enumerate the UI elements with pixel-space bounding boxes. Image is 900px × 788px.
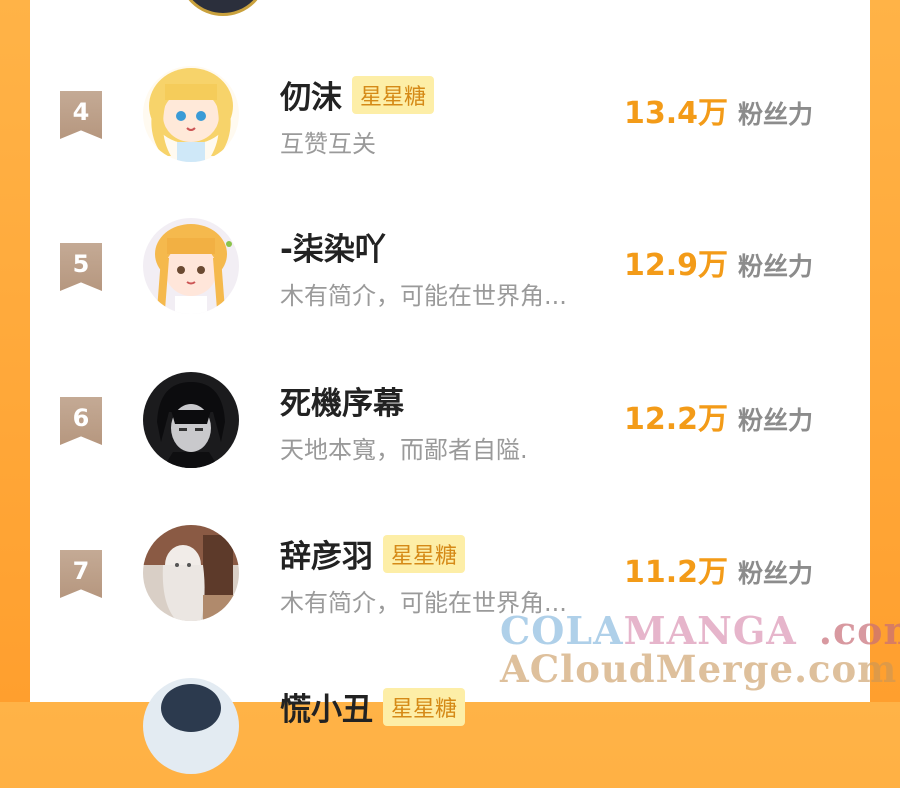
user-name[interactable]: 仞沫 bbox=[280, 72, 342, 117]
fans-power: 12.2万 粉丝力 bbox=[624, 394, 813, 438]
fans-power: 12.9万 粉丝力 bbox=[624, 240, 813, 284]
avatar-rank-3[interactable] bbox=[178, 0, 268, 16]
rank-badge: 7 bbox=[60, 550, 102, 598]
ranking-row[interactable]: 4 仞沫 星星糖 互赞互关 13.4万 粉丝力 bbox=[30, 66, 870, 176]
avatar[interactable] bbox=[143, 678, 239, 774]
user-name[interactable]: -柒染吖 bbox=[280, 224, 386, 269]
user-name[interactable]: 死機序幕 bbox=[280, 378, 404, 423]
fans-unit-label: 粉丝力 bbox=[738, 252, 814, 281]
badge-tag: 星星糖 bbox=[383, 687, 466, 726]
ranking-row[interactable]: 慌小丑 星星糖 bbox=[30, 678, 870, 788]
fans-unit-label: 粉丝力 bbox=[738, 100, 814, 129]
ranking-row[interactable]: 5 -柒染吖 木有简介，可能在世界角... 12.9万 粉丝力 bbox=[30, 218, 870, 328]
user-bio: 互赞互关 bbox=[280, 130, 376, 158]
rank-badge: 4 bbox=[60, 91, 102, 139]
badge-tag: 星星糖 bbox=[383, 534, 466, 573]
badge-tag: 星星糖 bbox=[352, 75, 435, 114]
ranking-list: 4 仞沫 星星糖 互赞互关 13.4万 粉丝力 5 -柒染吖 木有简介，可能在世… bbox=[30, 0, 870, 774]
fans-unit-label: 粉丝力 bbox=[738, 406, 814, 435]
user-name[interactable]: 辞彦羽 bbox=[280, 531, 373, 576]
user-name[interactable]: 慌小丑 bbox=[280, 684, 373, 729]
fans-unit-label: 粉丝力 bbox=[738, 559, 814, 588]
ranking-row[interactable]: 6 死機序幕 天地本寬，而鄙者自隘. 12.2万 粉丝力 bbox=[30, 372, 870, 482]
avatar[interactable] bbox=[143, 66, 239, 162]
fans-value: 11.2万 bbox=[624, 555, 729, 590]
fans-power: 11.2万 粉丝力 bbox=[624, 547, 813, 591]
fans-power: 13.4万 粉丝力 bbox=[624, 88, 813, 132]
rank-badge: 6 bbox=[60, 397, 102, 445]
fans-value: 13.4万 bbox=[624, 96, 729, 131]
rank-badge: 5 bbox=[60, 243, 102, 291]
fans-value: 12.9万 bbox=[624, 248, 729, 283]
site-watermark: COLAMANGA.com ACloudMerge.com bbox=[500, 608, 900, 691]
avatar[interactable] bbox=[143, 372, 239, 468]
watermark-acloudmerge: ACloudMerge.com bbox=[500, 647, 898, 691]
avatar[interactable] bbox=[143, 525, 239, 621]
user-bio: 天地本寬，而鄙者自隘. bbox=[280, 436, 528, 464]
fans-value: 12.2万 bbox=[624, 402, 729, 437]
avatar[interactable] bbox=[143, 218, 239, 314]
user-bio: 木有简介，可能在世界角... bbox=[280, 282, 567, 310]
